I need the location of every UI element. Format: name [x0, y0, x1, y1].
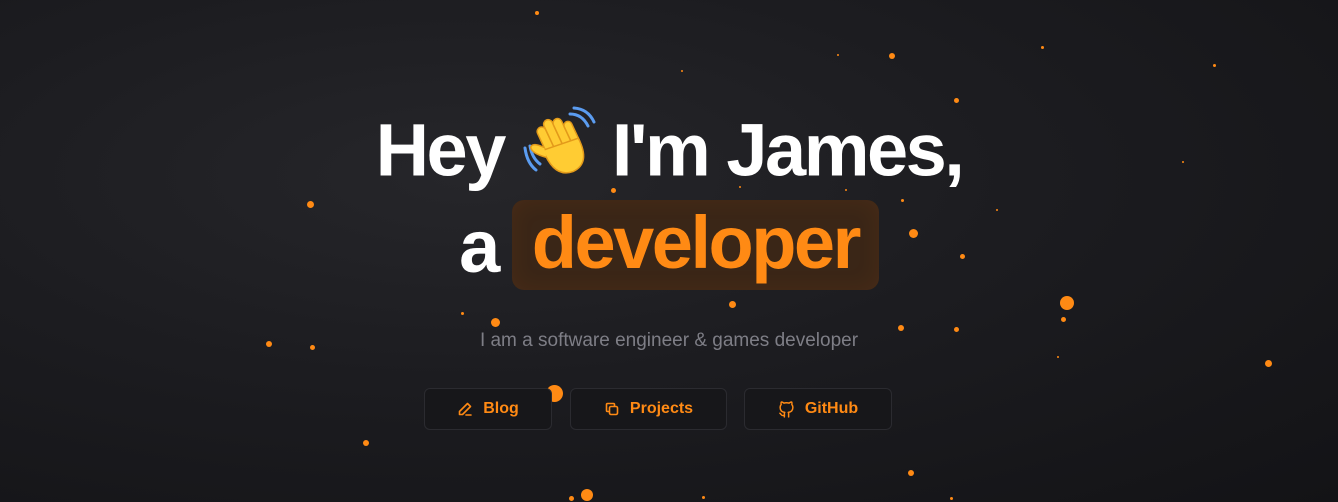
article-text: a — [459, 205, 500, 288]
subtitle: I am a software engineer & games develop… — [479, 330, 859, 351]
copy-icon — [604, 401, 620, 417]
headline-line-1: Hey I'm James, — [0, 106, 1338, 200]
waving-hand-icon — [522, 106, 598, 194]
projects-button-label: Projects — [629, 400, 694, 417]
github-button[interactable]: GitHub — [744, 388, 892, 430]
greeting-text: Hey — [375, 108, 507, 192]
headline-line-2: a developer — [0, 200, 1338, 300]
hero-section: Hey I'm James, a developer I am a softwar… — [0, 0, 1338, 502]
role-highlight: developer — [511, 200, 879, 290]
blog-button-label: Blog — [483, 400, 519, 417]
github-icon — [778, 400, 795, 418]
blog-button[interactable]: Blog — [424, 388, 552, 430]
intro-text: I'm James, — [611, 108, 965, 192]
pencil-icon — [457, 401, 473, 417]
projects-button[interactable]: Projects — [570, 388, 727, 430]
github-button-label: GitHub — [804, 400, 859, 417]
role-text: developer — [531, 201, 862, 284]
